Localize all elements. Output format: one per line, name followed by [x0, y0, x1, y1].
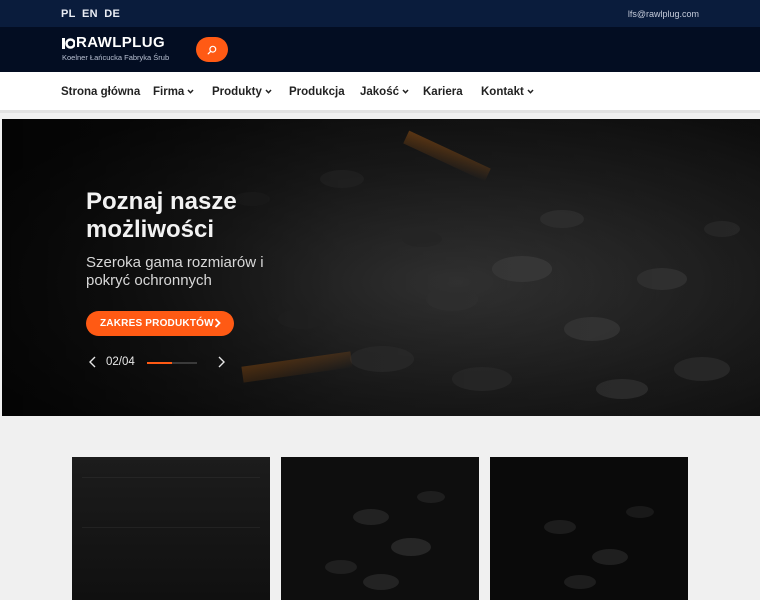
nav-item-jakosc[interactable]: Jakość	[360, 86, 409, 98]
feature-card[interactable]	[72, 457, 270, 600]
nav-item-kariera[interactable]: Kariera	[423, 86, 463, 98]
search-icon	[207, 45, 217, 54]
hero-title: Poznaj nasze możliwości	[86, 188, 237, 243]
feature-card[interactable]	[281, 457, 479, 600]
slide-progress-fill	[147, 362, 172, 364]
nav-item-kontakt[interactable]: Kontakt	[481, 86, 534, 98]
top-bar: PL EN DE lfs@rawlplug.com	[0, 0, 760, 27]
lang-de-link[interactable]: DE	[104, 8, 120, 20]
chevron-right-icon	[214, 318, 221, 328]
feature-card[interactable]	[490, 457, 688, 600]
nav-item-label: Kontakt	[481, 86, 524, 98]
nav-item-produkty[interactable]: Produkty	[212, 86, 272, 98]
contact-email-link[interactable]: lfs@rawlplug.com	[628, 9, 699, 19]
nav-item-label: Produkty	[212, 86, 262, 98]
nav-item-label: Jakość	[360, 86, 400, 98]
nav-item-home[interactable]: Strona główna	[61, 86, 140, 98]
chevron-down-icon	[527, 89, 534, 94]
rawlplug-logo-mark-icon	[62, 38, 75, 49]
slide-counter: 02/04	[106, 356, 135, 368]
chevron-down-icon	[265, 89, 272, 94]
card-image	[72, 457, 270, 600]
site-logo[interactable]: RAWLPLUG Koelner Łańcucka Fabryka Śrub	[62, 34, 182, 65]
slider-prev-arrow-icon[interactable]	[86, 354, 100, 370]
logo-subtitle: Koelner Łańcucka Fabryka Śrub	[62, 53, 170, 62]
lang-en-link[interactable]: EN	[82, 8, 98, 20]
nav-item-label: Produkcja	[289, 86, 345, 98]
slider-next-arrow-icon[interactable]	[214, 354, 228, 370]
logo-wordmark: RAWLPLUG	[76, 34, 166, 51]
chevron-down-icon	[402, 89, 409, 94]
slide-progress-track	[147, 362, 197, 364]
chevron-down-icon	[187, 89, 194, 94]
brand-bar: RAWLPLUG Koelner Łańcucka Fabryka Śrub	[0, 27, 760, 72]
main-navigation: Strona główna Firma Produkty Produkcja J…	[0, 72, 760, 113]
language-switcher: PL EN DE	[61, 8, 123, 20]
nav-item-produkcja[interactable]: Produkcja	[289, 86, 345, 98]
nav-item-label: Firma	[153, 86, 185, 98]
nav-item-firma[interactable]: Firma	[153, 86, 194, 98]
card-image	[490, 457, 688, 600]
hero-slider: Poznaj nasze możliwości Szeroka gama roz…	[2, 119, 760, 416]
card-image	[281, 457, 479, 600]
nav-item-label: Strona główna	[61, 86, 141, 98]
product-range-button[interactable]: ZAKRES PRODUKTÓW	[86, 311, 234, 336]
nav-item-label: Kariera	[423, 86, 463, 98]
hero-subtitle: Szeroka gama rozmiarów i pokryć ochronny…	[86, 254, 264, 289]
lang-pl-link[interactable]: PL	[61, 8, 76, 20]
search-button[interactable]	[196, 37, 228, 62]
cta-label: ZAKRES PRODUKTÓW	[100, 318, 214, 329]
